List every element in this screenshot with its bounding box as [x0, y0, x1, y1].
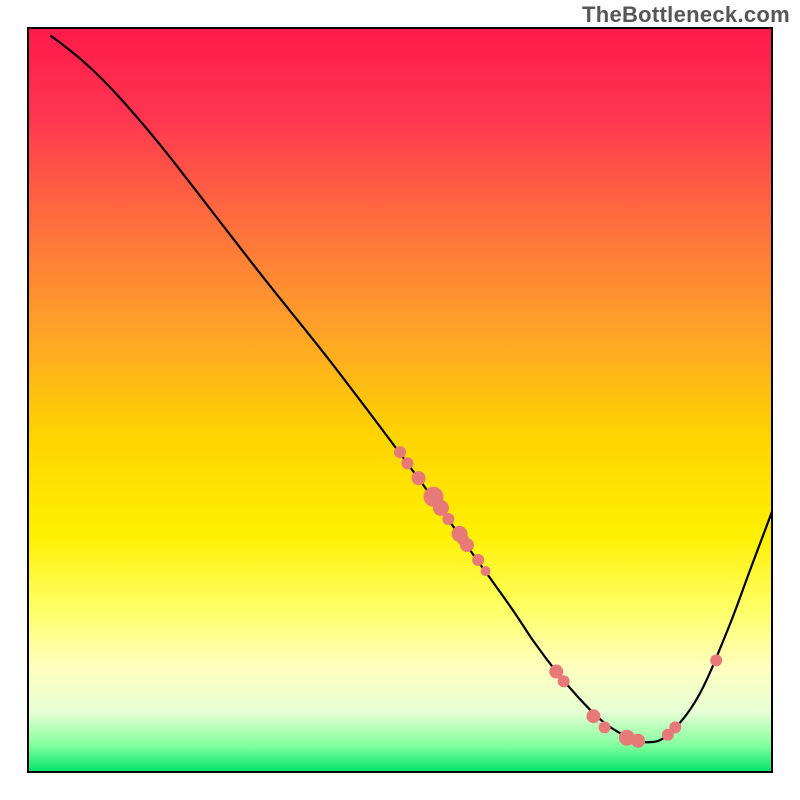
- data-point: [586, 709, 600, 723]
- attribution-text: TheBottleneck.com: [582, 2, 790, 28]
- data-point: [460, 538, 474, 552]
- data-point: [558, 675, 570, 687]
- data-point: [669, 721, 681, 733]
- data-point: [599, 721, 611, 733]
- data-point: [394, 446, 406, 458]
- data-point: [710, 654, 722, 666]
- bottleneck-chart: [0, 0, 800, 800]
- data-point: [442, 513, 454, 525]
- data-point: [481, 566, 491, 576]
- data-point: [412, 471, 426, 485]
- data-point: [631, 734, 645, 748]
- data-point: [401, 457, 413, 469]
- gradient-background: [28, 28, 772, 772]
- data-point: [472, 554, 484, 566]
